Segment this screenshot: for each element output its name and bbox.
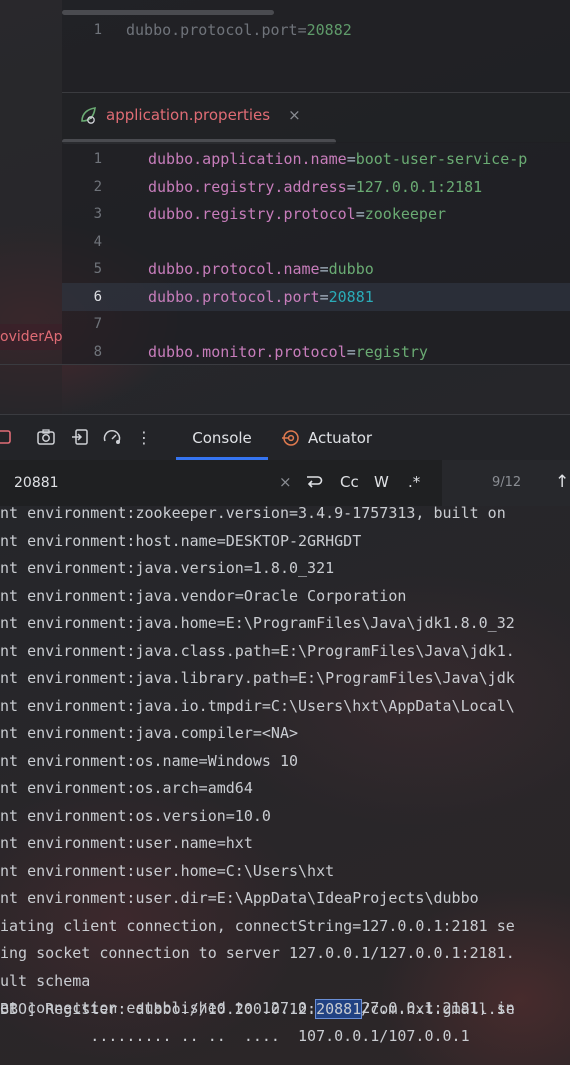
log-line: nt environment:user.home=C:\Users\hxt xyxy=(0,861,335,880)
code-line[interactable]: dubbo.protocol.name=dubbo xyxy=(148,260,374,278)
equals-sign: = xyxy=(319,260,329,278)
whole-word-button[interactable]: W xyxy=(374,473,389,491)
tab-application-properties[interactable]: application.properties × xyxy=(78,105,301,125)
code-line[interactable]: dubbo.protocol.port=20882 xyxy=(126,21,352,39)
line-number: 1 xyxy=(93,22,102,38)
property-value: 127.0.0.1:2181 xyxy=(355,177,483,196)
run-toolbar: ⋮ Console Actuator xyxy=(0,415,570,460)
property-value: zookeeper xyxy=(364,205,447,223)
log-line: ing socket connection to server 127.0.0.… xyxy=(0,944,515,962)
match-count: 9/12 xyxy=(492,475,522,490)
pane-divider[interactable] xyxy=(0,364,570,365)
soft-wrap-icon[interactable] xyxy=(304,473,324,495)
property-key: dubbo.registry.protocol xyxy=(148,205,356,223)
log-line: nt environment:java.library.path=E:\Prog… xyxy=(0,669,515,687)
actuator-icon xyxy=(282,429,299,446)
stop-icon[interactable] xyxy=(0,427,14,447)
equals-sign: = xyxy=(297,21,307,39)
code-line[interactable]: dubbo.application.name=boot-user-service… xyxy=(148,150,527,168)
project-tree-item[interactable]: oviderAp xyxy=(0,324,62,350)
log-suffix: /com.hxt.gmall.se xyxy=(361,1000,515,1018)
clear-icon[interactable]: × xyxy=(279,473,292,491)
console-output[interactable]: nt environment:zookeeper.version=3.4.9-1… xyxy=(0,506,570,1065)
camera-icon[interactable] xyxy=(36,427,56,447)
line-number: 1 xyxy=(93,151,102,167)
code-line[interactable]: dubbo.registry.address=127.0.0.1:2181 xyxy=(148,178,482,196)
match-case-button[interactable]: Cc xyxy=(340,473,359,491)
register-log-line: BBO] Register: dubbo://10.200.0.12:20881… xyxy=(0,999,515,1019)
top-editor-pane[interactable]: 1 dubbo.protocol.port=20882 xyxy=(62,0,570,92)
close-icon[interactable]: × xyxy=(288,106,301,124)
line-number: 4 xyxy=(93,233,102,250)
log-line: nt environment:java.home=E:\ProgramFiles… xyxy=(0,614,515,632)
property-key: dubbo.monitor.protocol xyxy=(148,342,347,361)
line-number: 7 xyxy=(93,316,102,332)
property-value: 20882 xyxy=(306,21,352,39)
login-icon[interactable] xyxy=(70,427,90,447)
line-number: 6 xyxy=(93,288,102,305)
log-line: nt environment:user.name=hxt xyxy=(0,834,253,852)
equals-sign: = xyxy=(355,205,365,223)
log-line: nt environment:os.version=10.0 xyxy=(0,806,271,825)
regex-button[interactable]: .* xyxy=(408,473,420,491)
log-line: nt environment:host.name=DESKTOP-2GRHGDT xyxy=(0,531,362,550)
editor-tab-bar: application.properties × xyxy=(62,92,570,144)
log-prefix: BBO] Register: dubbo://10.200.0.12: xyxy=(0,1000,317,1018)
more-options-icon[interactable]: ⋮ xyxy=(134,427,154,447)
line-number: 2 xyxy=(93,178,102,195)
log-line: nt environment:java.io.tmpdir=C:\Users\h… xyxy=(0,696,515,715)
previous-match-arrow-icon[interactable]: ↑ xyxy=(555,472,569,492)
spring-leaf-icon xyxy=(81,107,96,124)
log-line: nt environment:user.dir=E:\AppData\IdeaP… xyxy=(0,889,479,907)
property-value: boot-user-service-p xyxy=(355,150,528,168)
property-key: dubbo.protocol.name xyxy=(148,260,320,278)
properties-editor[interactable] xyxy=(62,142,570,364)
equals-sign: = xyxy=(346,342,356,361)
log-line: nt environment:os.arch=amd64 xyxy=(0,779,253,797)
search-navigation: 9/12 ↑ xyxy=(442,460,570,506)
property-key: dubbo.protocol.port xyxy=(126,21,298,39)
property-value: registry xyxy=(355,342,428,361)
equals-sign: = xyxy=(319,287,329,306)
tab-actuator[interactable]: Actuator xyxy=(282,415,372,460)
log-line: nt environment:java.vendor=Oracle Corpor… xyxy=(0,586,407,605)
property-key: dubbo.application.name xyxy=(148,150,347,168)
log-line: iating client connection, connectString=… xyxy=(0,916,515,935)
tab-console[interactable]: Console xyxy=(176,415,268,460)
log-line: nt environment:os.name=Windows 10 xyxy=(0,751,299,770)
equals-sign: = xyxy=(346,150,356,168)
property-key: dubbo.registry.address xyxy=(148,177,347,196)
search-match-highlight: 20881 xyxy=(315,999,363,1019)
left-gutter xyxy=(0,0,62,415)
log-line: nt environment:java.version=1.8.0_321 xyxy=(0,559,335,577)
property-key: dubbo.protocol.port xyxy=(148,287,320,306)
log-line: ult schema xyxy=(0,971,91,990)
code-line[interactable]: dubbo.registry.protocol=zookeeper xyxy=(148,205,446,223)
property-value: dubbo xyxy=(328,260,374,278)
code-line[interactable]: dubbo.monitor.protocol=registry xyxy=(148,343,428,361)
equals-sign: = xyxy=(346,177,356,196)
horizontal-scrollbar[interactable] xyxy=(62,10,274,15)
gauge-icon[interactable] xyxy=(102,427,122,447)
line-number: 5 xyxy=(93,261,102,277)
line-number: 8 xyxy=(93,343,102,360)
log-line: nt environment:zookeeper.version=3.4.9-1… xyxy=(0,506,506,522)
line-number: 3 xyxy=(93,206,102,222)
log-line: nt environment:java.class.path=E:\Progra… xyxy=(0,641,515,660)
log-line-partial: ......... .. .. .... 107.0.0.1/107.0.0.1 xyxy=(0,1027,470,1045)
tab-actuator-label: Actuator xyxy=(308,428,373,447)
log-line: nt environment:java.compiler=<NA> xyxy=(0,724,299,742)
console-search-bar: × Cc W .* 9/12 ↑ xyxy=(0,460,570,506)
code-line[interactable]: dubbo.protocol.port=20881 xyxy=(148,288,374,306)
property-value: 20881 xyxy=(328,287,374,306)
tab-label: application.properties xyxy=(106,106,271,124)
